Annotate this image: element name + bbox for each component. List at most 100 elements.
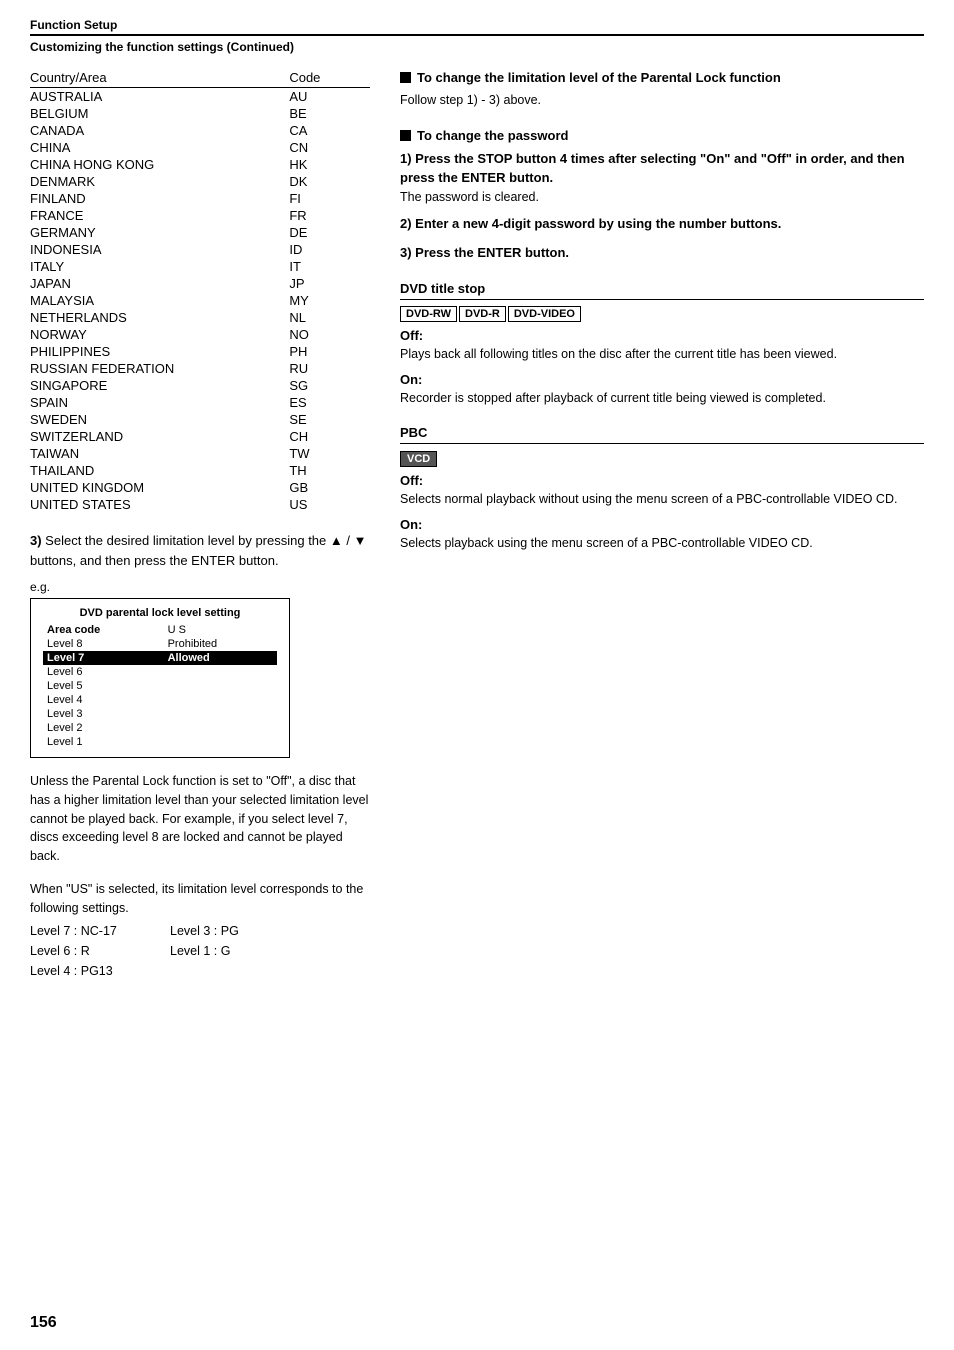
eg-level-label: Level 4 <box>43 693 164 707</box>
country-code: SG <box>289 377 370 394</box>
country-code: DE <box>289 224 370 241</box>
main-content: Country/Area Code AUSTRALIAAUBELGIUMBECA… <box>30 70 924 981</box>
eg-level-row: Level 5 <box>43 679 277 693</box>
page: Function Setup Customizing the function … <box>0 0 954 1350</box>
country-name: DENMARK <box>30 173 289 190</box>
country-row: MALAYSIAMY <box>30 292 370 309</box>
step3-text: Select the desired limitation level by p… <box>30 533 366 568</box>
password-section: To change the password 1) Press the STOP… <box>400 128 924 263</box>
step-text: 3) Press the ENTER button. <box>400 245 569 260</box>
subheader: Customizing the function settings (Conti… <box>30 40 924 54</box>
country-name: PHILIPPINES <box>30 343 289 360</box>
level-right <box>170 961 310 981</box>
country-row: BELGIUMBE <box>30 105 370 122</box>
eg-level-row: Level 7Allowed <box>43 651 277 665</box>
eg-level-label: Level 2 <box>43 721 164 735</box>
country-row: TAIWANTW <box>30 445 370 462</box>
country-name: INDONESIA <box>30 241 289 258</box>
country-row: CHINACN <box>30 139 370 156</box>
country-row: INDONESIAID <box>30 241 370 258</box>
eg-level-value <box>164 693 277 707</box>
country-name: SWITZERLAND <box>30 428 289 445</box>
country-code: TW <box>289 445 370 462</box>
parental-note: Unless the Parental Lock function is set… <box>30 772 370 866</box>
eg-level-label: Level 5 <box>43 679 164 693</box>
password-step: 2) Enter a new 4-digit password by using… <box>400 214 924 234</box>
parental-lock-heading-text: To change the limitation level of the Pa… <box>417 70 781 85</box>
eg-box: DVD parental lock level setting Area cod… <box>30 598 290 758</box>
step-number: 1) <box>400 151 412 166</box>
country-code: ID <box>289 241 370 258</box>
eg-level-value <box>164 735 277 749</box>
country-code: HK <box>289 156 370 173</box>
country-code: FR <box>289 207 370 224</box>
left-column: Country/Area Code AUSTRALIAAUBELGIUMBECA… <box>30 70 370 981</box>
level-left: Level 6 : R <box>30 941 170 961</box>
country-code: PH <box>289 343 370 360</box>
levels-grid: Level 7 : NC-17Level 3 : PGLevel 6 : RLe… <box>30 921 370 981</box>
eg-area-code-label: Area code <box>43 623 164 637</box>
eg-level-row: Level 6 <box>43 665 277 679</box>
eg-level-value <box>164 707 277 721</box>
country-name: SWEDEN <box>30 411 289 428</box>
eg-area-code-value: U S <box>164 623 277 637</box>
eg-level-label: Level 8 <box>43 637 164 651</box>
country-code: TH <box>289 462 370 479</box>
page-number: 156 <box>30 1314 57 1332</box>
us-note: When "US" is selected, its limitation le… <box>30 880 370 918</box>
pbc-on-label: On: <box>400 517 924 532</box>
country-row: UNITED KINGDOMGB <box>30 479 370 496</box>
pbc-title: PBC <box>400 425 924 444</box>
eg-table: Area codeU SLevel 8ProhibitedLevel 7Allo… <box>43 623 277 749</box>
country-row: THAILANDTH <box>30 462 370 479</box>
right-column: To change the limitation level of the Pa… <box>400 70 924 981</box>
pbc-off-label: Off: <box>400 473 924 488</box>
eg-level-row: Level 3 <box>43 707 277 721</box>
country-code: ES <box>289 394 370 411</box>
eg-level-value: Prohibited <box>164 637 277 651</box>
country-code: DK <box>289 173 370 190</box>
eg-level-row: Level 8Prohibited <box>43 637 277 651</box>
country-row: NETHERLANDSNL <box>30 309 370 326</box>
pbc-on-text: Selects playback using the menu screen o… <box>400 534 924 553</box>
country-name: UNITED STATES <box>30 496 289 513</box>
dvd-title-stop-title: DVD title stop <box>400 281 924 300</box>
country-name: GERMANY <box>30 224 289 241</box>
country-code: US <box>289 496 370 513</box>
eg-level-value <box>164 679 277 693</box>
country-row: JAPANJP <box>30 275 370 292</box>
pbc-off-text: Selects normal playback without using th… <box>400 490 924 509</box>
country-table: Country/Area Code AUSTRALIAAUBELGIUMBECA… <box>30 70 370 513</box>
eg-level-value: Allowed <box>164 651 277 665</box>
password-steps: 1) Press the STOP button 4 times after s… <box>400 149 924 263</box>
country-code: JP <box>289 275 370 292</box>
country-row: SPAINES <box>30 394 370 411</box>
country-name: SPAIN <box>30 394 289 411</box>
country-code: RU <box>289 360 370 377</box>
step-sub: The password is cleared. <box>400 190 924 204</box>
step-text: 2) Enter a new 4-digit password by using… <box>400 216 781 231</box>
step-number: 2) <box>400 216 412 231</box>
level-left: Level 7 : NC-17 <box>30 921 170 941</box>
dvd-badge: DVD-RW <box>400 306 457 322</box>
password-heading-text: To change the password <box>417 128 568 143</box>
country-row: RUSSIAN FEDERATIONRU <box>30 360 370 377</box>
eg-label: e.g. <box>30 580 370 594</box>
dvd-on-label: On: <box>400 372 924 387</box>
dvd-title-stop-section: DVD title stop DVD-RWDVD-RDVD-VIDEO Off:… <box>400 281 924 408</box>
eg-box-title: DVD parental lock level setting <box>43 607 277 619</box>
country-name: AUSTRALIA <box>30 88 289 106</box>
header-title: Function Setup <box>30 18 924 32</box>
country-code: IT <box>289 258 370 275</box>
country-name: NETHERLANDS <box>30 309 289 326</box>
country-row: GERMANYDE <box>30 224 370 241</box>
country-name: THAILAND <box>30 462 289 479</box>
level-left: Level 4 : PG13 <box>30 961 170 981</box>
country-row: SWEDENSE <box>30 411 370 428</box>
bullet-icon <box>400 72 411 83</box>
password-step: 3) Press the ENTER button. <box>400 243 924 263</box>
country-code: BE <box>289 105 370 122</box>
header-divider <box>30 34 924 36</box>
country-row: DENMARKDK <box>30 173 370 190</box>
level-right: Level 3 : PG <box>170 921 310 941</box>
